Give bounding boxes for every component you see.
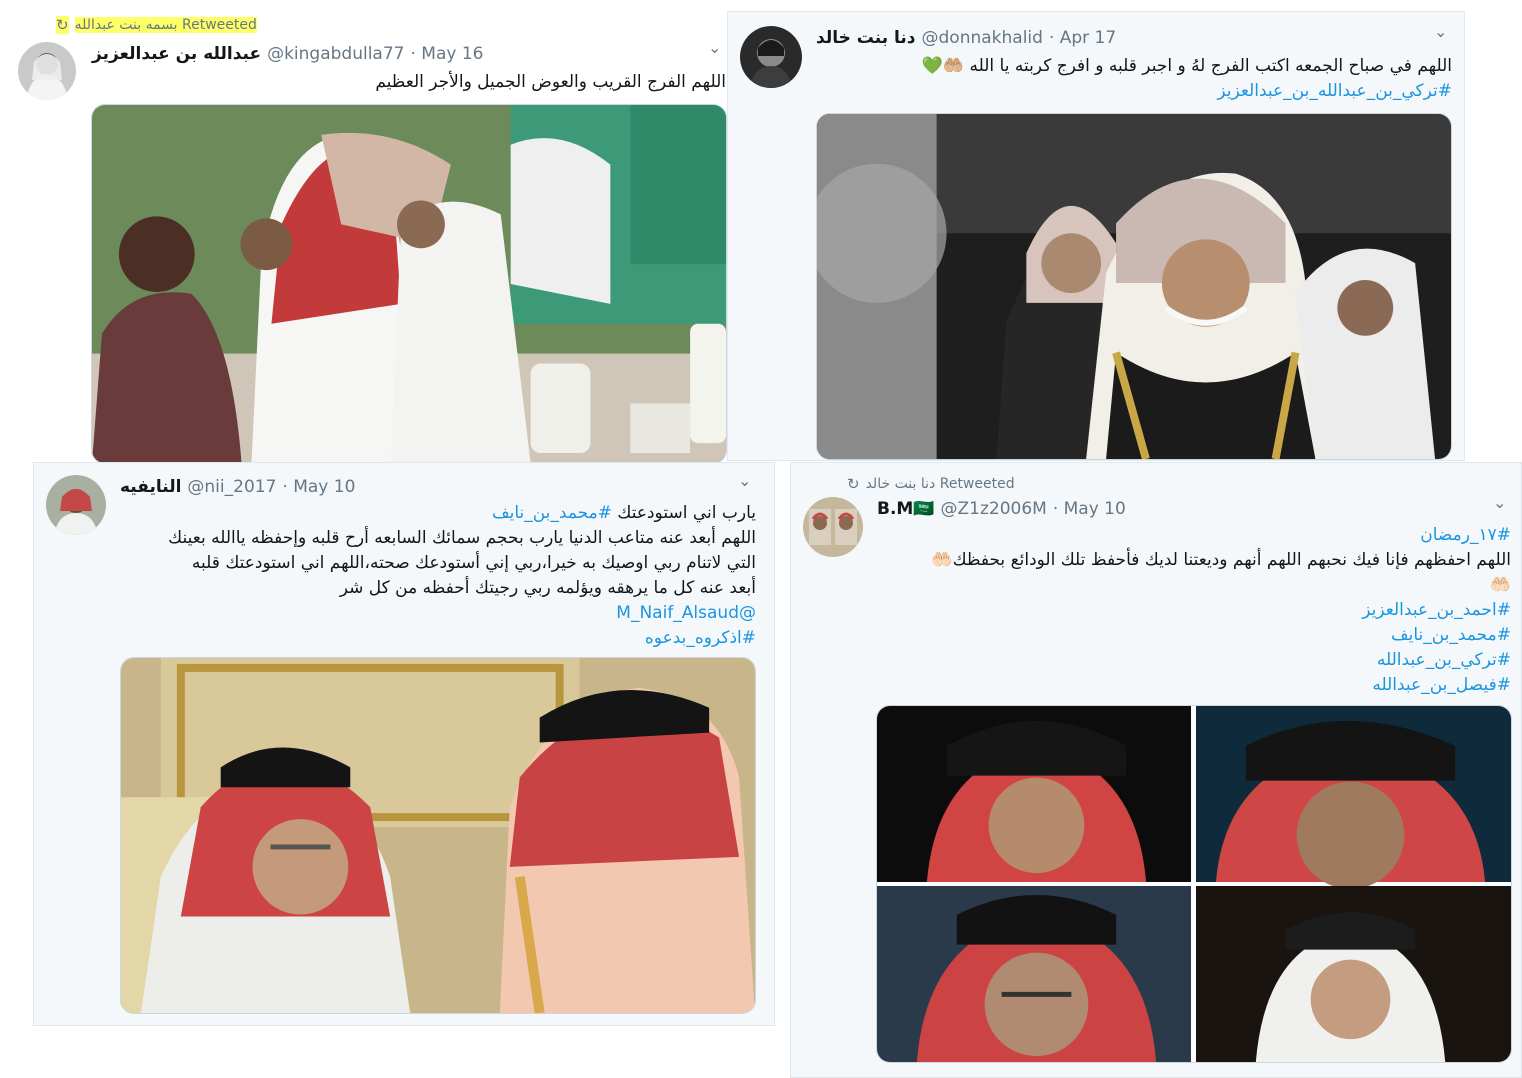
tweet-text-line: يارب اني استودعتك #محمد_بن_نايف bbox=[74, 501, 756, 526]
tweet-text: يارب اني استودعتك #محمد_بن_نايف اللهم أب… bbox=[74, 501, 756, 651]
tweet-text-line: أبعد عنه كل ما يرهقه ويؤلمه ربي رجيتك أح… bbox=[339, 578, 756, 598]
hashtag-link[interactable]: #محمد_بن_نايف bbox=[861, 623, 1511, 648]
tweet-card-3[interactable]: النايفيه @nii_2017 · May 10 ⌄ يارب اني ا… bbox=[33, 462, 775, 1026]
retweet-context: ↻ بسمه بنت عبدالله Retweeted bbox=[56, 16, 257, 34]
user-handle[interactable]: @Z1z2006M bbox=[941, 499, 1047, 519]
retweet-context-text: بسمه بنت عبدالله Retweeted bbox=[74, 17, 257, 33]
tweet-header: النايفيه @nii_2017 · May 10 bbox=[120, 477, 355, 497]
user-handle[interactable]: @kingabdulla77 bbox=[267, 44, 404, 64]
hashtag-link[interactable]: #اذكروه_بدعوه bbox=[74, 626, 756, 651]
display-name[interactable]: دنا بنت خالد bbox=[816, 28, 916, 48]
tweet-date[interactable]: · May 10 bbox=[1053, 499, 1126, 519]
chevron-down-icon[interactable]: ⌄ bbox=[708, 38, 721, 57]
tweet-text-segment: يارب اني استودعتك bbox=[617, 503, 756, 523]
hashtag-link[interactable]: #فيصل_بن_عبدالله bbox=[861, 673, 1511, 698]
hashtag-link[interactable]: #محمد_بن_نايف bbox=[492, 503, 612, 523]
mention-link[interactable]: @M_Naif_Alsaud bbox=[74, 601, 756, 626]
display-name[interactable]: النايفيه bbox=[120, 477, 181, 497]
tweet-card-4[interactable]: ↻ دنا بنت خالد Retweeted B.M🇸🇦 @Z1z2006M… bbox=[790, 462, 1522, 1078]
chevron-down-icon[interactable]: ⌄ bbox=[1493, 493, 1506, 512]
avatar[interactable] bbox=[18, 42, 76, 100]
tweet-text: #١٧_رمضان اللهم احفظهم فإنا فيك نحبهم ال… bbox=[861, 523, 1511, 698]
user-handle[interactable]: @nii_2017 bbox=[187, 477, 276, 497]
retweet-context: ↻ دنا بنت خالد Retweeted bbox=[847, 475, 1015, 493]
grid-photo bbox=[877, 706, 1192, 883]
chevron-down-icon[interactable]: ⌄ bbox=[738, 471, 751, 490]
tweet-header: B.M🇸🇦 @Z1z2006M · May 10 bbox=[877, 499, 1126, 519]
display-name[interactable]: B.M🇸🇦 bbox=[877, 499, 935, 519]
chevron-down-icon[interactable]: ⌄ bbox=[1434, 22, 1447, 41]
tweet-header: دنا بنت خالد @donnakhalid · Apr 17 bbox=[816, 28, 1116, 48]
hashtag-link[interactable]: #١٧_رمضان bbox=[861, 523, 1511, 548]
tweet-text: اللهم في صباح الجمعه اكتب الفرج لهُ و اج… bbox=[816, 54, 1452, 104]
tweet-photo-grid[interactable] bbox=[876, 705, 1512, 1063]
tweet-date[interactable]: · Apr 17 bbox=[1049, 28, 1116, 48]
user-handle[interactable]: @donnakhalid bbox=[922, 28, 1043, 48]
grid-photo bbox=[1195, 706, 1511, 889]
grid-photo bbox=[1195, 885, 1511, 1062]
retweet-icon: ↻ bbox=[847, 475, 860, 493]
hashtag-link[interactable]: #تركي_بن_عبدالله_بن_عبدالعزيز bbox=[816, 79, 1452, 104]
tweet-header: عبدالله بن عبدالعزيز @kingabdulla77 · Ma… bbox=[92, 44, 483, 64]
tweet-date[interactable]: · May 10 bbox=[282, 477, 355, 497]
tweet-card-2[interactable]: دنا بنت خالد @donnakhalid · Apr 17 ⌄ الل… bbox=[727, 11, 1465, 461]
tweet-photo[interactable] bbox=[120, 657, 756, 1014]
hashtag-link[interactable]: #تركي_بن_عبدالله bbox=[861, 648, 1511, 673]
tweet-text-line: 🤲🏻 bbox=[1489, 575, 1511, 595]
tweet-photo[interactable] bbox=[91, 104, 727, 464]
avatar[interactable] bbox=[803, 497, 863, 557]
hashtag-link[interactable]: #احمد_بن_عبدالعزيز bbox=[861, 598, 1511, 623]
tweet-text-line: اللهم احفظهم فإنا فيك نحبهم اللهم أنهم و… bbox=[931, 550, 1511, 570]
tweet-photo[interactable] bbox=[816, 113, 1452, 460]
tweet-text-line: التي لاتنام ربي اوصيك به خيرا،ربي إني أس… bbox=[191, 553, 756, 573]
tweet-text-line: اللهم في صباح الجمعه اكتب الفرج لهُ و اج… bbox=[921, 56, 1452, 76]
tweet-card-1[interactable]: ↻ بسمه بنت عبدالله Retweeted عبدالله بن … bbox=[0, 0, 732, 468]
tweet-date[interactable]: · May 16 bbox=[410, 44, 483, 64]
avatar[interactable] bbox=[740, 26, 802, 88]
retweet-icon: ↻ bbox=[56, 16, 69, 34]
tweet-text-line: اللهم أبعد عنه متاعب الدنيا يارب بحجم سم… bbox=[168, 528, 756, 548]
display-name[interactable]: عبدالله بن عبدالعزيز bbox=[92, 44, 261, 64]
grid-photo bbox=[877, 885, 1192, 1062]
tweet-text: اللهم الفرج القريب والعوض الجميل والأجر … bbox=[375, 72, 726, 92]
retweet-context-text: دنا بنت خالد Retweeted bbox=[865, 476, 1015, 492]
